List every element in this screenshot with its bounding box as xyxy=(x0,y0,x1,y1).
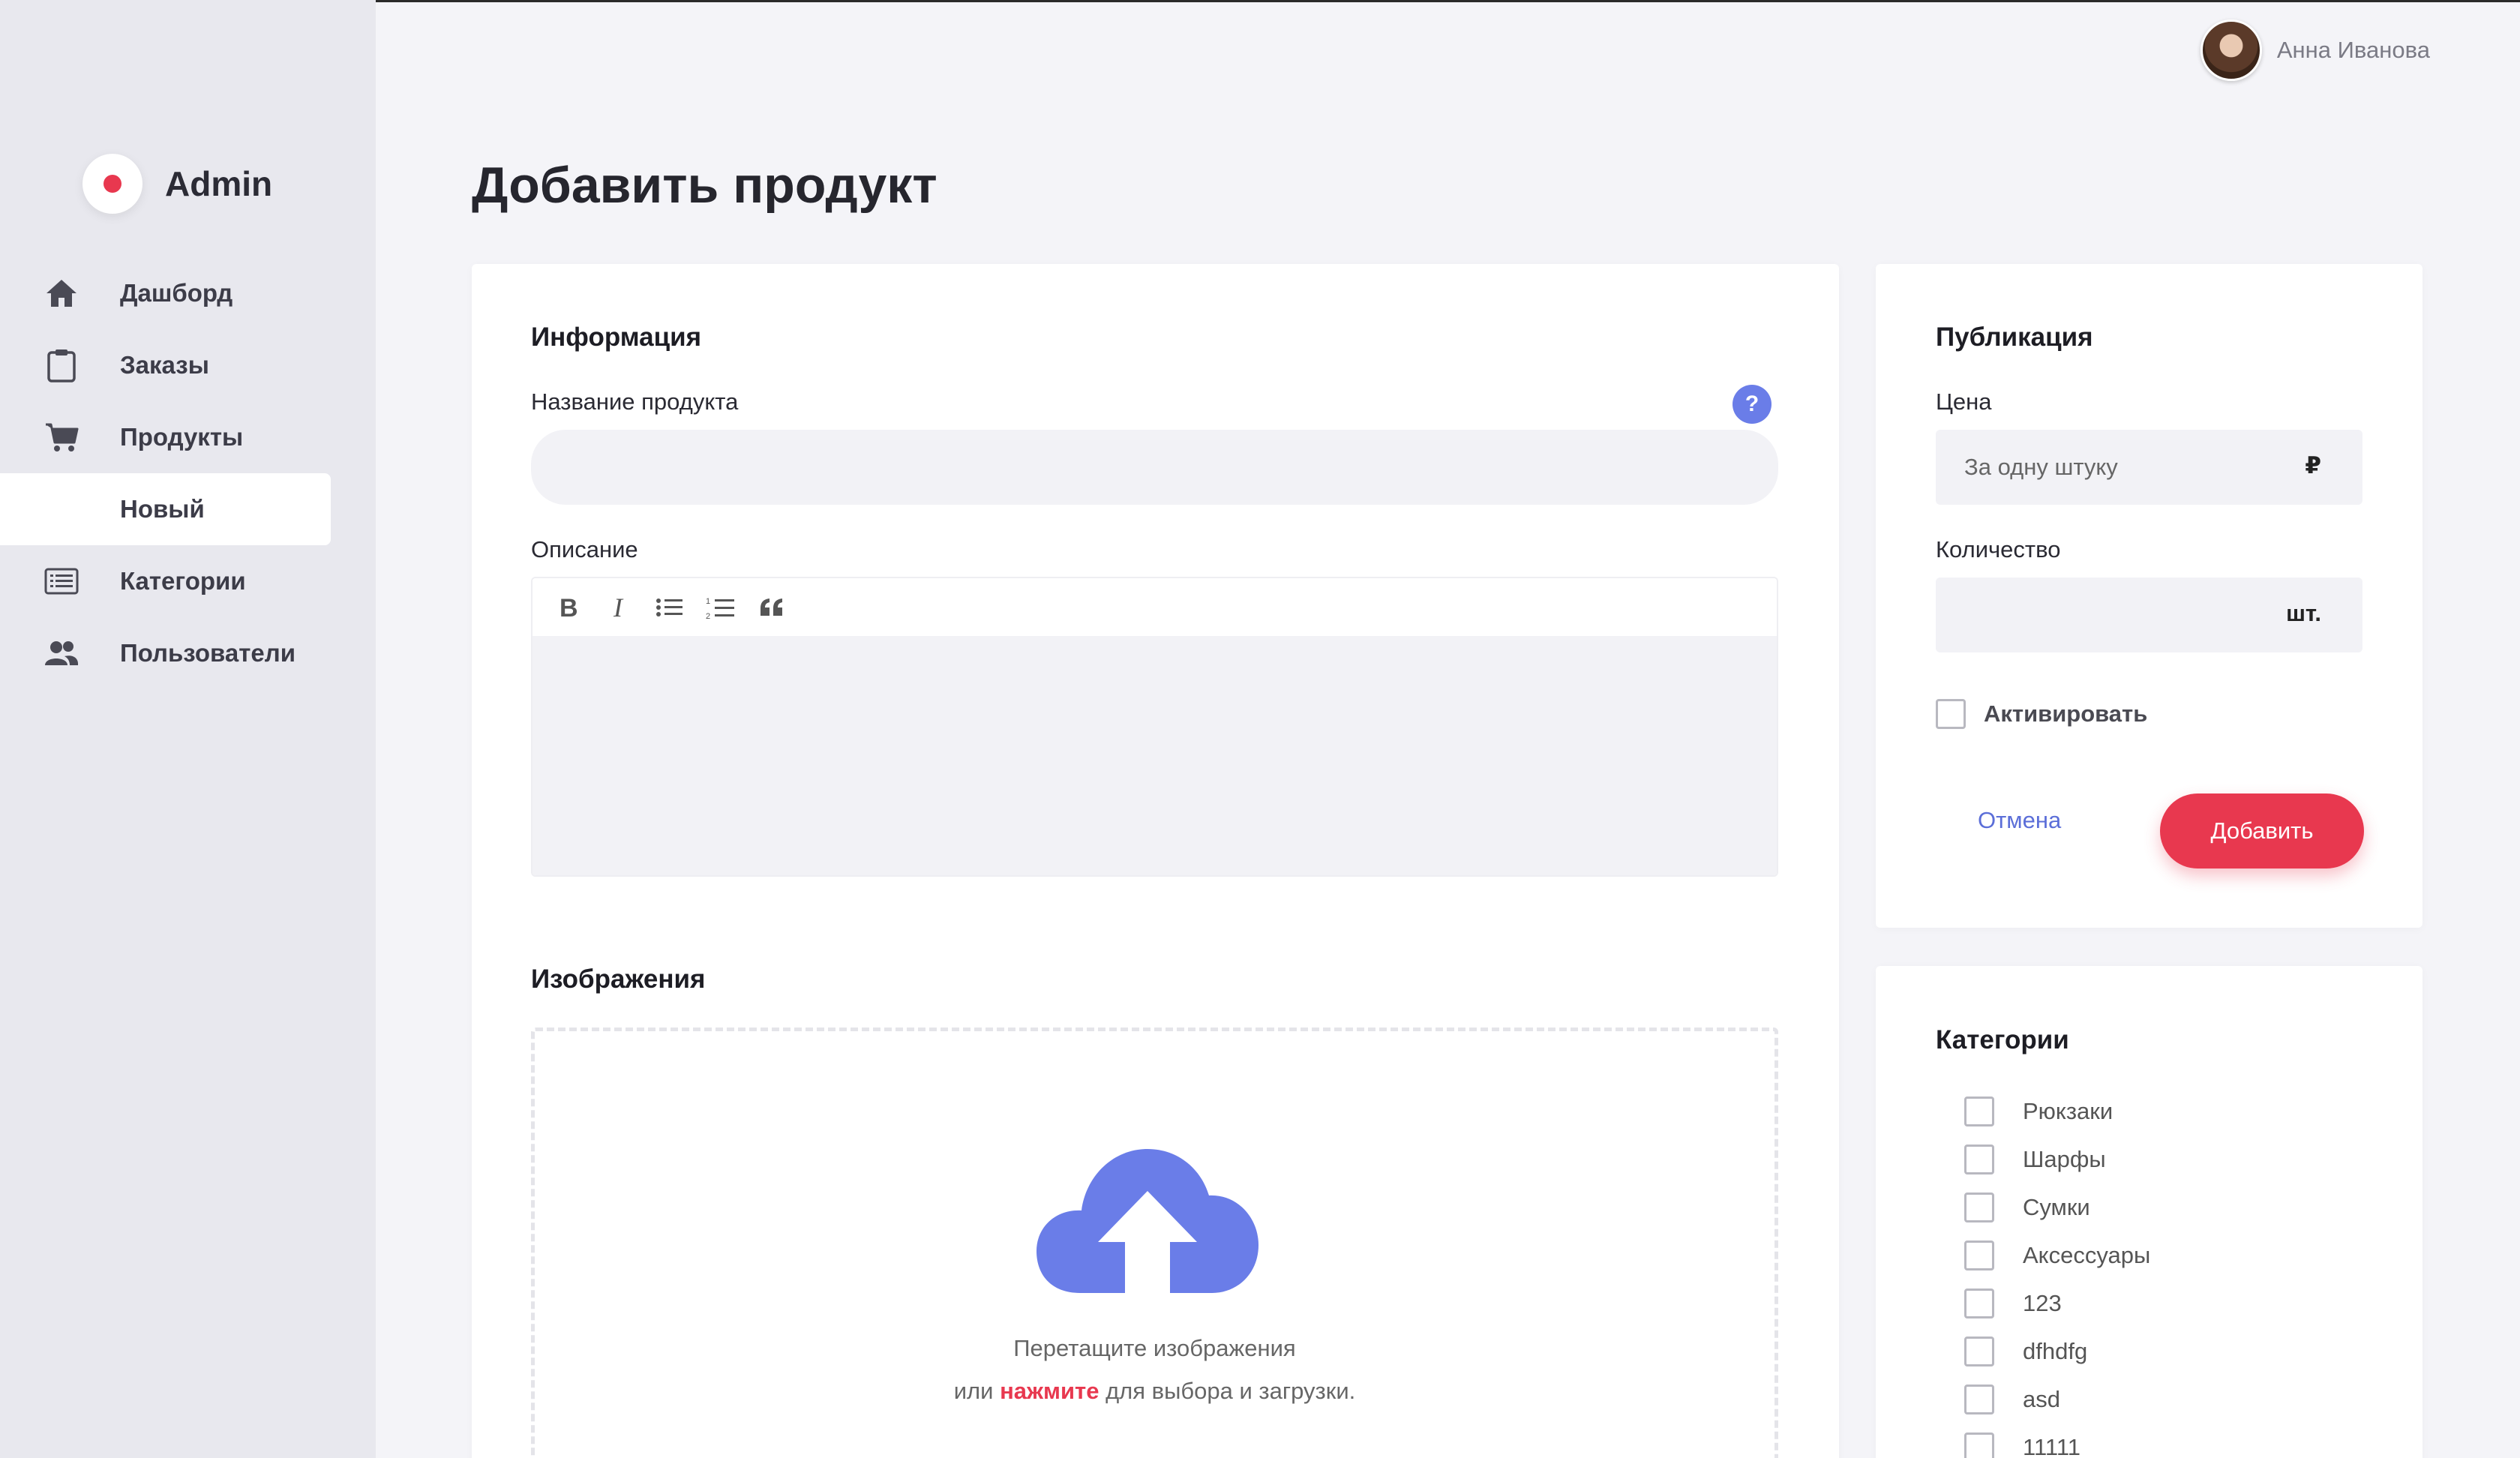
category-label: Рюкзаки xyxy=(2023,1098,2114,1124)
top-border xyxy=(0,0,2520,2)
images-section-title: Изображения xyxy=(531,964,706,994)
category-checkbox[interactable] xyxy=(1964,1192,1994,1222)
quantity-input[interactable]: шт. xyxy=(1936,578,2362,652)
dropzone-hint: Перетащите изображения xyxy=(1013,1335,1296,1361)
info-section-title: Информация xyxy=(531,322,702,352)
category-item[interactable]: 11111 xyxy=(1964,1424,2150,1458)
product-name-label: Название продукта xyxy=(531,388,739,415)
sidebar-item-products[interactable]: Продукты xyxy=(0,401,376,473)
categories-card: Категории Рюкзаки Шарфы Сумки Аксессуары… xyxy=(1876,966,2422,1458)
dropzone-click-link[interactable]: нажмите xyxy=(1000,1378,1099,1404)
user-menu[interactable]: Анна Иванова xyxy=(2200,20,2430,81)
publication-card: Публикация Цена За одну штуку ₽ Количест… xyxy=(1876,264,2422,928)
avatar xyxy=(2200,20,2262,81)
category-label: Шарфы xyxy=(2023,1146,2106,1172)
category-checkbox[interactable] xyxy=(1964,1144,1994,1174)
bold-icon[interactable]: B xyxy=(549,589,586,626)
sidebar-item-orders[interactable]: Заказы xyxy=(0,329,376,401)
category-item[interactable]: Шарфы xyxy=(1964,1136,2150,1184)
page-title: Добавить продукт xyxy=(472,157,938,214)
sidebar-item-new[interactable]: Новый xyxy=(0,473,331,545)
editor-toolbar: B I 12 xyxy=(532,578,1777,636)
sidebar-item-label: Новый xyxy=(120,495,205,523)
numbered-list-icon[interactable]: 12 xyxy=(702,589,740,626)
category-checkbox[interactable] xyxy=(1964,1432,1994,1458)
clipboard-icon xyxy=(44,347,80,383)
category-item[interactable]: asd xyxy=(1964,1376,2150,1424)
price-input[interactable]: За одну штуку ₽ xyxy=(1936,430,2362,505)
categories-list: Рюкзаки Шарфы Сумки Аксессуары 123 dfhdf… xyxy=(1964,1088,2150,1458)
sidebar-item-label: Категории xyxy=(120,567,246,595)
sidebar-nav: Дашборд Заказы Продукты Новый Категории … xyxy=(0,257,376,689)
svg-text:2: 2 xyxy=(706,612,710,620)
cart-icon xyxy=(44,419,80,455)
dropzone-suffix: для выбора и загрузки. xyxy=(1106,1378,1356,1404)
publication-title: Публикация xyxy=(1936,322,2093,352)
activate-checkbox[interactable] xyxy=(1936,699,1966,729)
category-item[interactable]: Сумки xyxy=(1964,1184,2150,1232)
category-label: asd xyxy=(2023,1386,2060,1412)
user-name: Анна Иванова xyxy=(2276,37,2430,63)
sidebar-item-categories[interactable]: Категории xyxy=(0,545,376,617)
image-dropzone[interactable]: Перетащите изображения или нажмите для в… xyxy=(531,1028,1778,1458)
price-placeholder: За одну штуку xyxy=(1964,454,2118,480)
svg-text:1: 1 xyxy=(706,597,710,606)
dropzone-hint-line2: или нажмите для выбора и загрузки. xyxy=(535,1378,1774,1405)
category-checkbox[interactable] xyxy=(1964,1096,1994,1126)
sidebar-item-users[interactable]: Пользователи xyxy=(0,617,376,689)
cancel-button[interactable]: Отмена xyxy=(1978,807,2061,834)
list-icon xyxy=(44,563,80,599)
app-title: Admin xyxy=(165,164,273,203)
sidebar-item-dashboard[interactable]: Дашборд xyxy=(0,257,376,329)
page: Admin Дашборд Заказы Продукты Новый Кате… xyxy=(0,0,2520,1458)
categories-title: Категории xyxy=(1936,1025,2069,1054)
help-icon[interactable]: ? xyxy=(1732,385,1772,424)
bullet-list-icon[interactable] xyxy=(651,589,688,626)
quantity-unit: шт. xyxy=(2286,600,2321,626)
category-checkbox[interactable] xyxy=(1964,1240,1994,1270)
category-label: Сумки xyxy=(2023,1194,2090,1220)
cloud-upload-icon xyxy=(1035,1146,1260,1300)
sidebar-item-label: Заказы xyxy=(120,351,209,379)
users-icon xyxy=(44,635,80,671)
activate-label: Активировать xyxy=(1984,700,2148,727)
logo-mark-icon xyxy=(82,154,142,214)
price-label: Цена xyxy=(1936,388,1992,415)
quote-icon[interactable] xyxy=(753,589,790,626)
sidebar: Admin Дашборд Заказы Продукты Новый Кате… xyxy=(0,0,376,1458)
category-item[interactable]: Рюкзаки xyxy=(1964,1088,2150,1136)
product-name-input[interactable] xyxy=(531,430,1778,505)
description-editor: B I 12 xyxy=(531,577,1778,877)
category-label: 11111 xyxy=(2023,1434,2081,1458)
category-label: dfhdfg xyxy=(2023,1338,2088,1364)
category-item[interactable]: Аксессуары xyxy=(1964,1232,2150,1280)
description-label: Описание xyxy=(531,536,638,562)
category-item[interactable]: dfhdfg xyxy=(1964,1328,2150,1376)
logo[interactable]: Admin xyxy=(82,154,272,214)
category-label: Аксессуары xyxy=(2023,1242,2151,1268)
quantity-label: Количество xyxy=(1936,536,2061,562)
category-checkbox[interactable] xyxy=(1964,1336,1994,1366)
sidebar-item-label: Продукты xyxy=(120,423,244,451)
product-info-card: Информация Название продукта ? Описание … xyxy=(472,264,1839,1458)
ruble-icon: ₽ xyxy=(2305,452,2321,478)
activate-checkbox-row[interactable]: Активировать xyxy=(1936,699,2147,729)
italic-icon[interactable]: I xyxy=(600,589,638,626)
category-checkbox[interactable] xyxy=(1964,1384,1994,1414)
svg-text:B: B xyxy=(560,595,578,620)
dropzone-prefix: или xyxy=(953,1378,994,1404)
home-icon xyxy=(44,275,80,311)
sidebar-item-label: Пользователи xyxy=(120,639,296,667)
category-label: 123 xyxy=(2023,1290,2062,1316)
add-button[interactable]: Добавить xyxy=(2160,794,2364,868)
description-textarea[interactable] xyxy=(532,636,1777,875)
svg-text:I: I xyxy=(613,595,624,620)
category-checkbox[interactable] xyxy=(1964,1288,1994,1318)
category-item[interactable]: 123 xyxy=(1964,1280,2150,1328)
sidebar-item-label: Дашборд xyxy=(120,279,233,307)
